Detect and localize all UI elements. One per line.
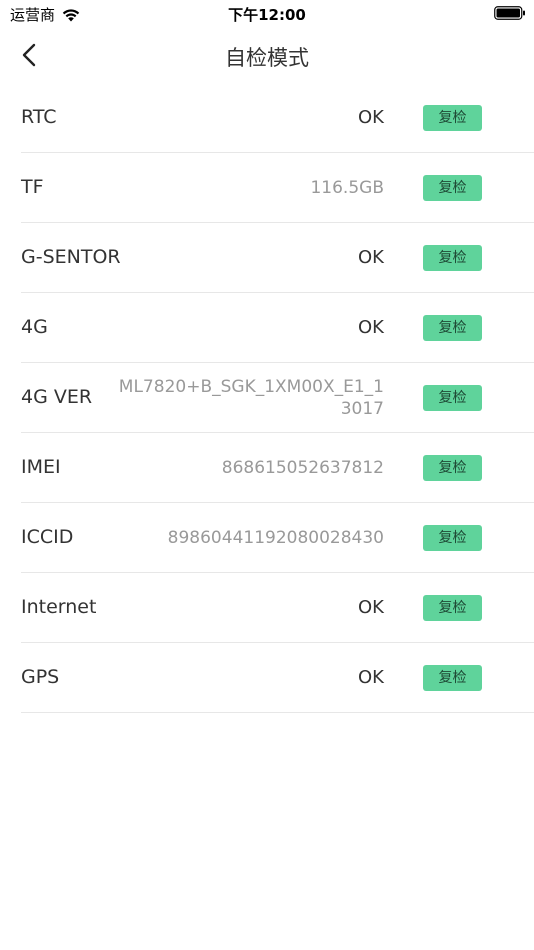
recheck-button[interactable]: 复检 — [423, 665, 482, 691]
list-item-gps: GPS OK 复检 — [21, 643, 534, 713]
status-bar: 运营商 下午12:00 — [0, 0, 534, 28]
item-value: 89860441192080028430 — [167, 527, 384, 548]
item-label: Internet — [21, 596, 97, 618]
item-value: OK — [358, 596, 384, 618]
recheck-button[interactable]: 复检 — [423, 595, 482, 621]
item-label: TF — [21, 176, 44, 198]
list-item-rtc: RTC OK 复检 — [21, 83, 534, 153]
self-check-list: RTC OK 复检 TF 116.5GB 复检 G-SENTOR OK 复检 4… — [21, 83, 534, 713]
item-label: RTC — [21, 106, 57, 128]
list-item-4g: 4G OK 复检 — [21, 293, 534, 363]
item-value: 868615052637812 — [221, 457, 384, 478]
page-title: 自检模式 — [225, 46, 309, 70]
list-item-g-sentor: G-SENTOR OK 复检 — [21, 223, 534, 293]
item-value: 116.5GB — [310, 177, 384, 198]
navigation-bar: 自检模式 — [0, 30, 534, 80]
recheck-button[interactable]: 复检 — [423, 105, 482, 131]
battery-icon — [494, 6, 525, 20]
item-label: IMEI — [21, 456, 61, 478]
item-value: OK — [358, 666, 384, 688]
list-item-imei: IMEI 868615052637812 复检 — [21, 433, 534, 503]
recheck-button[interactable]: 复检 — [423, 245, 482, 271]
list-item-tf: TF 116.5GB 复检 — [21, 153, 534, 223]
recheck-button[interactable]: 复检 — [423, 455, 482, 481]
item-value: OK — [358, 316, 384, 338]
recheck-button[interactable]: 复检 — [423, 385, 482, 411]
item-label: 4G — [21, 316, 48, 338]
item-label: 4G VER — [21, 386, 93, 408]
list-item-iccid: ICCID 89860441192080028430 复检 — [21, 503, 534, 573]
list-item-internet: Internet OK 复检 — [21, 573, 534, 643]
list-item-4g-ver: 4G VER ML7820+B_SGK_1XM00X_E1_13017 复检 — [21, 363, 534, 433]
item-value: OK — [358, 106, 384, 128]
item-label: GPS — [21, 666, 60, 688]
item-value: OK — [358, 246, 384, 268]
recheck-button[interactable]: 复检 — [423, 525, 482, 551]
recheck-button[interactable]: 复检 — [423, 175, 482, 201]
item-label: G-SENTOR — [21, 246, 121, 268]
status-time: 下午12:00 — [228, 6, 306, 24]
item-label: ICCID — [21, 526, 74, 548]
recheck-button[interactable]: 复检 — [423, 315, 482, 341]
item-value: ML7820+B_SGK_1XM00X_E1_13017 — [118, 376, 384, 419]
